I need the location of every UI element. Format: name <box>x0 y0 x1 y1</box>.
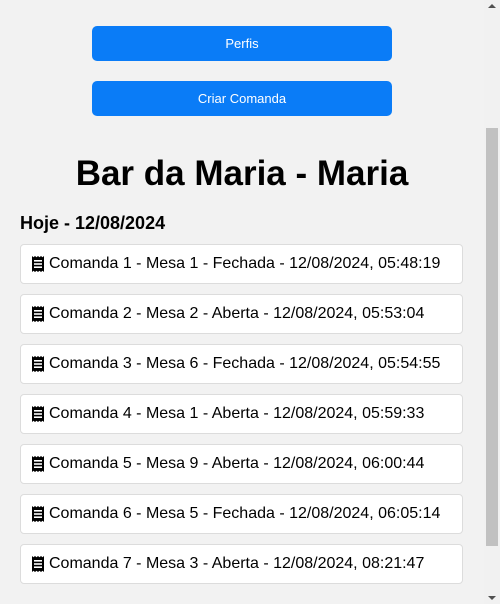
receipt-icon <box>32 256 44 272</box>
comanda-list: Comanda 1 - Mesa 1 - Fechada - 12/08/202… <box>20 244 463 594</box>
comanda-label: Comanda 7 - Mesa 3 - Aberta - 12/08/2024… <box>49 555 425 572</box>
comanda-label: Comanda 3 - Mesa 6 - Fechada - 12/08/202… <box>49 355 441 372</box>
comanda-item[interactable]: Comanda 7 - Mesa 3 - Aberta - 12/08/2024… <box>20 544 463 584</box>
vertical-scrollbar[interactable] <box>484 0 500 604</box>
perfis-button[interactable]: Perfis <box>92 26 392 61</box>
comanda-item[interactable]: Comanda 3 - Mesa 6 - Fechada - 12/08/202… <box>20 344 463 384</box>
receipt-icon <box>32 406 44 422</box>
comanda-label: Comanda 5 - Mesa 9 - Aberta - 12/08/2024… <box>49 455 425 472</box>
comanda-item[interactable]: Comanda 2 - Mesa 2 - Aberta - 12/08/2024… <box>20 294 463 334</box>
page-title: Bar da Maria - Maria <box>75 154 409 193</box>
scroll-up-arrow-icon[interactable] <box>488 4 496 8</box>
receipt-icon <box>32 456 44 472</box>
receipt-icon <box>32 556 44 572</box>
comanda-label: Comanda 1 - Mesa 1 - Fechada - 12/08/202… <box>49 255 441 272</box>
comanda-item[interactable]: Comanda 5 - Mesa 9 - Aberta - 12/08/2024… <box>20 444 463 484</box>
criar-comanda-button[interactable]: Criar Comanda <box>92 81 392 116</box>
comanda-label: Comanda 4 - Mesa 1 - Aberta - 12/08/2024… <box>49 405 425 422</box>
date-heading: Hoje - 12/08/2024 <box>20 213 166 233</box>
receipt-icon <box>32 356 44 372</box>
scroll-down-arrow-icon[interactable] <box>488 596 496 600</box>
receipt-icon <box>32 506 44 522</box>
page-content: Perfis Criar Comanda Bar da Maria - Mari… <box>0 0 484 604</box>
comanda-item[interactable]: Comanda 1 - Mesa 1 - Fechada - 12/08/202… <box>20 244 463 284</box>
comanda-item[interactable]: Comanda 6 - Mesa 5 - Fechada - 12/08/202… <box>20 494 463 534</box>
comanda-label: Comanda 6 - Mesa 5 - Fechada - 12/08/202… <box>49 505 441 522</box>
receipt-icon <box>32 306 44 322</box>
scrollbar-thumb[interactable] <box>486 128 498 546</box>
comanda-label: Comanda 2 - Mesa 2 - Aberta - 12/08/2024… <box>49 305 425 322</box>
comanda-item[interactable]: Comanda 4 - Mesa 1 - Aberta - 12/08/2024… <box>20 394 463 434</box>
